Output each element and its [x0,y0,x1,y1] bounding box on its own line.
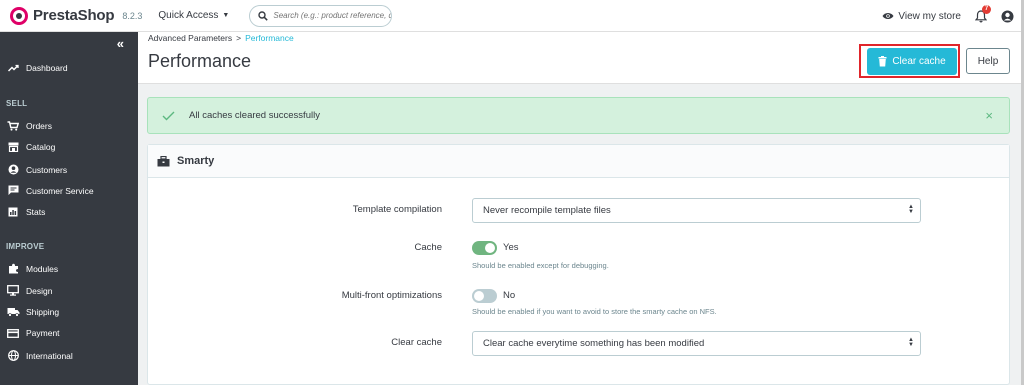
view-store-label: View my store [898,10,961,22]
cart-icon [6,121,20,131]
trash-icon [878,56,887,67]
notifications-button[interactable]: 7 [975,4,991,23]
breadcrumb: Advanced Parameters > Performance [148,33,294,43]
template-compilation-select[interactable]: Never recompile template files ▲ ▼ [472,198,921,223]
sidebar-item-label: Modules [26,263,59,274]
eye-icon [882,13,894,19]
store-icon [6,142,20,152]
sidebar-item-label: Stats [26,207,46,217]
puzzle-icon [6,263,20,274]
user-icon [6,164,20,175]
card-icon [6,328,20,338]
briefcase-icon [157,155,170,166]
user-circle-icon [1001,10,1014,22]
panel-title: Smarty [177,155,215,167]
truck-icon [6,307,20,317]
quick-access-label: Quick Access [158,10,219,21]
clear-cache-label: Clear cache [892,56,946,67]
alert-close-icon[interactable]: × [985,108,993,123]
sidebar-item-stats[interactable]: Stats [6,207,45,217]
sidebar-item-customers[interactable]: Customers [6,164,67,175]
account-button[interactable] [1001,10,1014,23]
search-input[interactable] [273,11,392,20]
page-header: Advanced Parameters > Performance Performa… [138,32,1021,84]
sidebar-item-payment[interactable]: Payment [6,328,60,338]
smarty-panel: Smarty Template compilation Never recomp… [147,144,1010,385]
multi-front-toggle[interactable] [472,289,497,303]
globe-icon [6,350,20,361]
clear-cache-select[interactable]: Clear cache everytime something has been… [472,331,921,356]
breadcrumb-current-link[interactable]: Performance [245,33,294,43]
page-title: Performance [148,51,252,71]
sidebar-item-modules[interactable]: Modules [6,263,58,274]
sidebar-item-label: International [26,350,73,361]
alert-message: All caches cleared successfully [189,110,320,121]
sidebar-item-label: Catalog [26,142,56,152]
cache-toggle-value: Yes [503,242,519,253]
success-alert: All caches cleared successfully × [147,97,1010,134]
sidebar-item-label: Customers [26,164,68,175]
prestashop-logo[interactable]: PrestaShop [10,6,115,25]
sidebar-item-orders[interactable]: Orders [6,121,52,131]
sidebar-item-label: Orders [26,121,52,131]
select-arrows-icon: ▲ ▼ [908,337,914,348]
clear-cache-field-label: Clear cache [391,337,442,348]
sidebar-item-shipping[interactable]: Shipping [6,307,59,317]
select-arrows-icon: ▲ ▼ [908,204,914,215]
search-box[interactable] [249,4,393,27]
cache-help-text: Should be enabled except for debugging. [472,261,609,270]
top-header: PrestaShop 8.2.3 Quick Access ▼ View my … [0,0,1024,32]
sidebar-item-label: Customer Service [26,185,94,196]
sidebar-item-catalog[interactable]: Catalog [6,142,55,152]
sidebar-item-label: Payment [26,328,60,338]
template-compilation-value: Never recompile template files [483,205,611,216]
caret-down-icon: ▼ [222,12,230,19]
toggle-knob [474,291,484,301]
cache-label: Cache [414,242,442,253]
chart-icon [6,207,20,217]
breadcrumb-separator: > [236,33,242,43]
collapse-sidebar-icon[interactable]: « [117,36,124,51]
clear-cache-value: Clear cache everytime something has been… [483,338,705,349]
notification-badge: 7 [982,4,991,14]
toggle-knob [485,243,495,253]
sidebar-item-design[interactable]: Design [6,285,52,296]
sidebar-item-customer-service[interactable]: Customer Service [6,185,94,196]
sidebar-section-improve: IMPROVE [6,242,45,251]
quick-access-dropdown[interactable]: Quick Access ▼ [158,10,229,21]
clear-cache-button[interactable]: Clear cache [867,48,957,75]
breadcrumb-parent-link[interactable]: Advanced Parameters [148,33,232,43]
multi-front-label: Multi-front optimizations [341,290,442,301]
help-button[interactable]: Help [966,48,1010,74]
cache-toggle[interactable] [472,241,497,255]
template-compilation-label: Template compilation [352,204,442,215]
sidebar-item-label: Shipping [26,307,60,317]
multi-front-toggle-value: No [503,290,516,301]
desktop-icon [6,285,20,296]
view-store-link[interactable]: View my store [882,11,961,22]
sidebar-item-international[interactable]: International [6,350,73,361]
version-label: 8.2.3 [122,10,143,21]
logo-text: PrestaShop [33,7,115,24]
prestashop-logo-icon [10,6,28,25]
search-icon [258,10,269,21]
sidebar-item-dashboard[interactable]: Dashboard [6,63,68,73]
check-icon [162,111,175,120]
sidebar: « Dashboard SELL Orders Catalog Customer… [0,32,138,385]
sidebar-section-sell: SELL [6,99,28,108]
header-actions: View my store 7 [882,0,1014,32]
panel-header: Smarty [148,145,1009,178]
trending-up-icon [6,64,20,72]
sidebar-item-label: Dashboard [26,63,68,73]
multi-front-help-text: Should be enabled if you want to avoid t… [472,307,717,316]
sidebar-item-label: Design [26,285,53,296]
chat-icon [6,185,20,196]
